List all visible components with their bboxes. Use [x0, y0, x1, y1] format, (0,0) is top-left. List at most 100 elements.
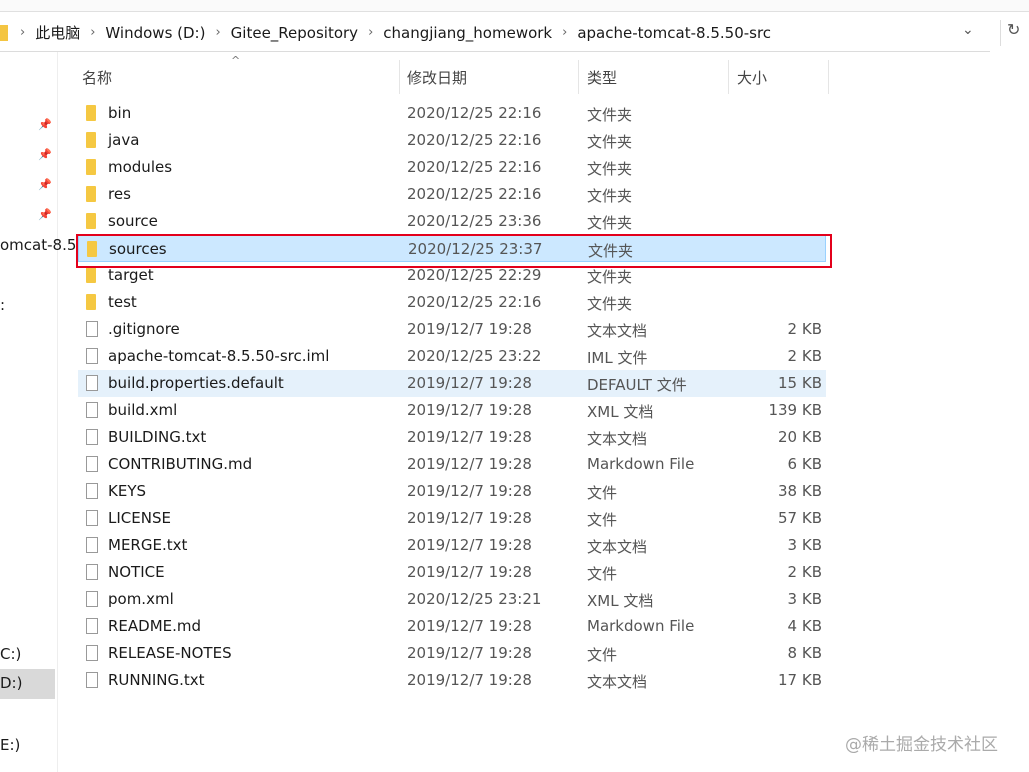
file-date: 2019/12/7 19:28: [407, 644, 532, 662]
file-size: 8 KB: [787, 644, 822, 662]
file-icon: [86, 429, 98, 445]
file-date: 2020/12/25 22:16: [407, 185, 542, 203]
file-date: 2019/12/7 19:28: [407, 563, 532, 581]
chevron-right-icon: ›: [215, 25, 221, 40]
file-row[interactable]: RELEASE-NOTES 2019/12/7 19:28 文件 8 KB: [78, 640, 826, 667]
folder-icon: [86, 213, 96, 229]
file-name: BUILDING.txt: [108, 428, 207, 446]
file-row[interactable]: test 2020/12/25 22:16 文件夹: [78, 289, 826, 316]
file-row[interactable]: README.md 2019/12/7 19:28 Markdown File …: [78, 613, 826, 640]
file-type: 文本文档: [587, 673, 648, 691]
file-size: 139 KB: [768, 401, 822, 419]
column-header-name[interactable]: 名称: [78, 60, 400, 94]
file-type: 文件夹: [587, 187, 633, 205]
file-name: README.md: [108, 617, 202, 635]
file-icon: [86, 645, 98, 661]
breadcrumb-repo[interactable]: Gitee_Repository: [231, 24, 358, 42]
file-row[interactable]: modules 2020/12/25 22:16 文件夹: [78, 154, 826, 181]
file-icon: [86, 564, 98, 580]
file-type: 文本文档: [587, 430, 648, 448]
watermark: @稀土掘金技术社区: [845, 735, 998, 755]
file-row[interactable]: build.properties.default 2019/12/7 19:28…: [78, 370, 826, 397]
file-icon: [86, 537, 98, 553]
breadcrumb-homework[interactable]: changjiang_homework: [383, 24, 552, 42]
file-type: 文件夹: [587, 160, 633, 178]
file-icon: [86, 321, 98, 337]
folder-icon: [86, 132, 96, 148]
file-icon: [86, 402, 98, 418]
file-date: 2019/12/7 19:28: [407, 455, 532, 473]
file-row[interactable]: .gitignore 2019/12/7 19:28 文本文档 2 KB: [78, 316, 826, 343]
file-row[interactable]: build.xml 2019/12/7 19:28 XML 文档 139 KB: [78, 397, 826, 424]
folder-icon: [86, 294, 96, 310]
file-type: Markdown File: [587, 455, 695, 473]
file-type: 文件: [587, 565, 618, 583]
file-row[interactable]: pom.xml 2020/12/25 23:21 XML 文档 3 KB: [78, 586, 826, 613]
file-type: XML 文档: [587, 403, 654, 421]
file-type: Markdown File: [587, 617, 695, 635]
file-row[interactable]: BUILDING.txt 2019/12/7 19:28 文本文档 20 KB: [78, 424, 826, 451]
file-icon: [86, 618, 98, 634]
file-icon: [86, 456, 98, 472]
file-name: res: [108, 185, 131, 203]
file-type: 文本文档: [587, 538, 648, 556]
folder-icon: [86, 186, 96, 202]
file-row[interactable]: res 2020/12/25 22:16 文件夹: [78, 181, 826, 208]
file-name: CONTRIBUTING.md: [108, 455, 253, 473]
file-type: 文件夹: [587, 106, 633, 124]
sidebar-item-d[interactable]: D:): [0, 669, 55, 699]
file-row[interactable]: CONTRIBUTING.md 2019/12/7 19:28 Markdown…: [78, 451, 826, 478]
file-row[interactable]: RUNNING.txt 2019/12/7 19:28 文本文档 17 KB: [78, 667, 826, 694]
pin-icon: 📌: [38, 208, 52, 221]
file-row[interactable]: MERGE.txt 2019/12/7 19:28 文本文档 3 KB: [78, 532, 826, 559]
refresh-icon[interactable]: ↻: [1000, 20, 1020, 46]
file-row[interactable]: source 2020/12/25 23:36 文件夹: [78, 208, 826, 235]
file-date: 2019/12/7 19:28: [407, 428, 532, 446]
breadcrumb-drive[interactable]: Windows (D:): [105, 24, 205, 42]
folder-icon: [86, 267, 96, 283]
file-name: java: [108, 131, 140, 149]
chevron-right-icon: ›: [368, 25, 374, 40]
file-row[interactable]: java 2020/12/25 22:16 文件夹: [78, 127, 826, 154]
file-row[interactable]: LICENSE 2019/12/7 19:28 文件 57 KB: [78, 505, 826, 532]
column-header-date[interactable]: 修改日期: [403, 60, 579, 94]
file-type: 文件夹: [587, 268, 633, 286]
file-size: 17 KB: [778, 671, 822, 689]
file-date: 2020/12/25 22:29: [407, 266, 542, 284]
sidebar-item-c[interactable]: C:): [0, 645, 21, 663]
file-date: 2019/12/7 19:28: [407, 617, 532, 635]
file-size: 38 KB: [778, 482, 822, 500]
file-type: 文件夹: [587, 295, 633, 313]
sidebar-item[interactable]: omcat-8.5: [0, 236, 76, 254]
file-date: 2019/12/7 19:28: [407, 509, 532, 527]
folder-icon: [0, 24, 8, 41]
column-header-size[interactable]: 大小: [733, 60, 829, 94]
breadcrumb-current[interactable]: apache-tomcat-8.5.50-src: [577, 24, 771, 42]
file-size: 57 KB: [778, 509, 822, 527]
file-row[interactable]: KEYS 2019/12/7 19:28 文件 38 KB: [78, 478, 826, 505]
history-dropdown-icon[interactable]: ⌄: [962, 22, 974, 38]
folder-icon: [86, 105, 96, 121]
column-header-type[interactable]: 类型: [583, 60, 729, 94]
file-size: 2 KB: [787, 347, 822, 365]
sidebar-item[interactable]: :: [0, 296, 5, 314]
file-date: 2020/12/25 22:16: [407, 158, 542, 176]
address-bar[interactable]: › 此电脑 › Windows (D:) › Gitee_Repository …: [0, 14, 990, 52]
file-size: 4 KB: [787, 617, 822, 635]
file-name: RELEASE-NOTES: [108, 644, 232, 662]
file-row[interactable]: NOTICE 2019/12/7 19:28 文件 2 KB: [78, 559, 826, 586]
file-date: 2020/12/25 23:22: [407, 347, 542, 365]
file-name: RUNNING.txt: [108, 671, 205, 689]
file-date: 2020/12/25 23:21: [407, 590, 542, 608]
file-date: 2019/12/7 19:28: [407, 401, 532, 419]
file-type: DEFAULT 文件: [587, 376, 687, 394]
file-row[interactable]: bin 2020/12/25 22:16 文件夹: [78, 100, 826, 127]
chevron-right-icon: ›: [20, 25, 26, 40]
sidebar-item-e[interactable]: E:): [0, 736, 20, 754]
file-row[interactable]: apache-tomcat-8.5.50-src.iml 2020/12/25 …: [78, 343, 826, 370]
breadcrumb-this-pc[interactable]: 此电脑: [35, 22, 80, 43]
ribbon: [0, 0, 1029, 12]
pin-icon: 📌: [38, 118, 52, 131]
file-date: 2020/12/25 22:16: [407, 104, 542, 122]
file-size: 3 KB: [787, 590, 822, 608]
